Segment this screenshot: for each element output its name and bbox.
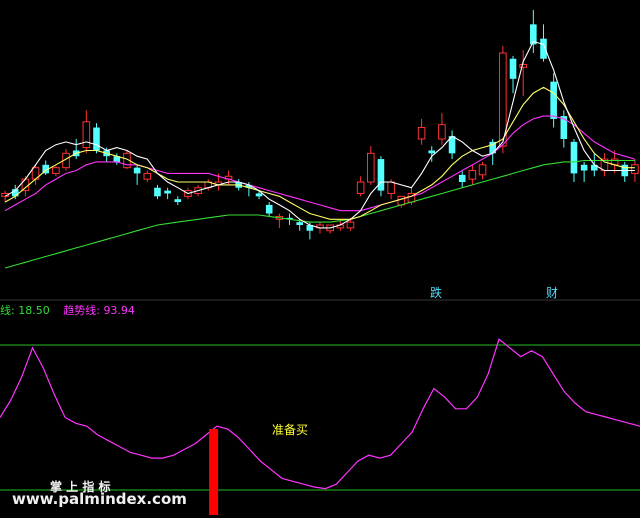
candle-down [580, 164, 588, 171]
candle-down [570, 141, 578, 174]
moving-average-lines [4, 40, 636, 269]
candle-down [265, 204, 273, 214]
watermark-url: www.palmindex.com [12, 490, 187, 508]
candle-down [93, 127, 100, 151]
line-a-label: 线: [0, 304, 15, 317]
candle-down [133, 167, 141, 174]
candle-up [356, 181, 365, 194]
tag-fall: 跌 [430, 286, 443, 300]
candle-down [174, 199, 182, 203]
candle-up [397, 195, 406, 206]
indicator-header: 线: 18.50 趋势线: 93.94 [0, 302, 135, 318]
buy-signal-bar [209, 429, 219, 515]
candle-up [417, 127, 426, 140]
tag-wealth: 财 [546, 286, 559, 300]
candle-down [296, 222, 303, 225]
candle-down [255, 193, 263, 197]
signal-label: 准备买 [272, 423, 309, 437]
candle-up [346, 221, 355, 229]
candle-down [428, 150, 436, 154]
candle-up [387, 181, 395, 194]
candle-up [438, 124, 446, 140]
candle-up [468, 170, 477, 180]
candle-down [377, 159, 385, 191]
candle-up [631, 164, 639, 174]
ma-long-line [4, 159, 635, 269]
line-b-label: 趋势线: [63, 304, 100, 317]
candle-up [366, 152, 375, 183]
candle-up [52, 167, 60, 174]
price-chart [0, 10, 640, 515]
candle-up [21, 178, 30, 192]
candle-down [509, 58, 517, 79]
candle-down [458, 174, 466, 182]
candle-up [519, 63, 527, 68]
candle-down [550, 81, 557, 119]
candle-down [540, 38, 547, 59]
ma-mid-line [4, 86, 635, 220]
indicator-line [0, 338, 640, 490]
candle-down [154, 187, 161, 197]
candle-up [143, 172, 152, 180]
line-a-value: 18.50 [18, 304, 50, 317]
candle-down [164, 190, 171, 194]
line-b-value: 93.94 [103, 304, 135, 317]
candle-up [478, 164, 487, 176]
candle-up [82, 121, 91, 149]
